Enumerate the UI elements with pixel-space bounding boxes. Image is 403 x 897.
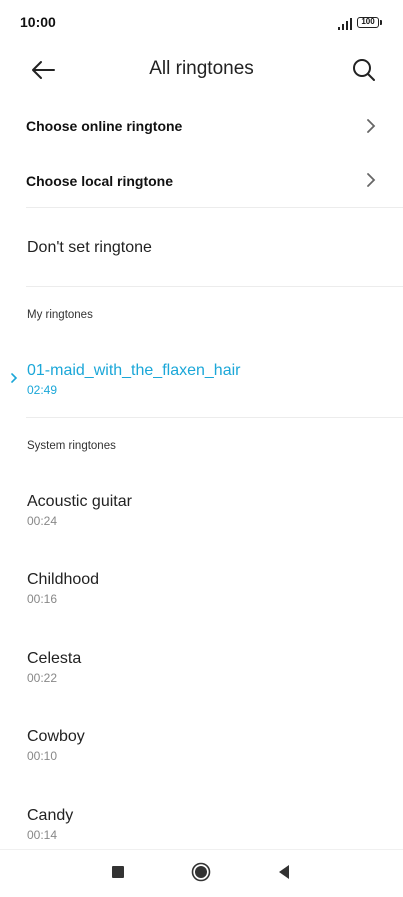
ringtone-name: Cowboy [27,728,85,745]
no-ringtone-label: Don't set ringtone [27,239,152,256]
divider [26,286,403,287]
status-time: 10:00 [20,14,56,30]
ringtone-name: Acoustic guitar [27,493,132,510]
ringtone-name: Candy [27,807,74,824]
battery-icon: 100 [357,17,379,28]
ringtone-duration: 02:49 [27,383,58,397]
signal-icon [338,18,352,30]
ringtone-duration: 00:22 [27,671,58,685]
home-icon[interactable] [191,862,211,882]
ringtone-name: Childhood [27,571,100,588]
list-item-clip: Candy 00:14 [0,794,403,840]
my-ringtones-heading: My ringtones [27,309,93,321]
ringtone-duration: 00:24 [27,514,58,528]
ringtone-duration: 00:14 [27,828,58,840]
ringtone-name: Celesta [27,650,82,667]
divider [26,417,403,418]
recents-icon[interactable] [112,866,124,878]
ringtone-duration: 00:10 [27,749,58,763]
online-ringtone-label: Choose online ringtone [26,118,183,134]
divider [26,207,403,208]
chevron-right-icon [367,119,376,133]
ringtone-name: 01-maid_with_the_flaxen_hair [27,362,241,379]
system-ringtones-heading: System ringtones [27,440,116,452]
selected-indicator-icon [11,373,18,383]
battery-tip [380,20,382,25]
chevron-right-icon [367,173,376,187]
search-icon[interactable] [349,55,379,85]
local-ringtone-label: Choose local ringtone [26,173,174,189]
page-title: All ringtones [149,58,254,79]
ringtone-duration: 00:16 [27,592,58,606]
back-triangle-icon[interactable] [277,864,291,880]
